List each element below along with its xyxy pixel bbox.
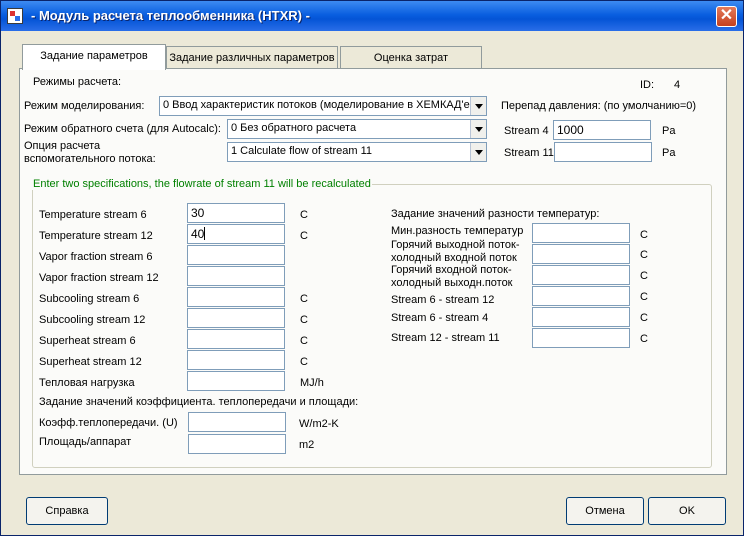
spec-unit: MJ/h [300,377,324,389]
heat-duty-input[interactable] [187,371,285,391]
aux-option-select[interactable]: 1 Calculate flow of stream 11 [227,142,487,162]
close-button[interactable]: ✕ [716,6,737,27]
tab-misc-parameters[interactable]: Задание различных параметров [166,46,338,70]
spec-unit: C [300,209,308,221]
modeling-mode-label: Режим моделирования: [24,100,145,112]
subcooling-stream6-input[interactable] [187,287,285,307]
ok-button-label: OK [679,505,695,517]
chevron-down-icon[interactable] [470,97,486,115]
temp-stream12-input[interactable]: 40 [187,224,285,244]
temp-diff-label: Мин.разность температур [391,225,524,237]
aux-option-value: 1 Calculate flow of stream 11 [231,145,373,157]
temp-diff-unit: C [640,312,648,324]
spec-label: Superheat stream 12 [39,356,142,368]
specifications-legend: Enter two specifications, the flowrate o… [32,178,372,190]
ok-button[interactable]: OK [648,497,726,525]
stream11-label: Stream 11 [504,147,554,159]
app-icon [7,8,23,24]
spec-label: Vapor fraction stream 12 [39,272,159,284]
u-unit: W/m2-K [299,418,339,430]
spec-label: Temperature stream 12 [39,230,153,242]
hot-out-cold-in-input[interactable] [532,244,630,264]
vapor-fraction-stream12-input[interactable] [187,266,285,286]
cancel-button-label: Отмена [585,505,625,517]
dialog-window: - Модуль расчета теплообменника (HTXR) -… [0,0,744,536]
tab-parameters[interactable]: Задание параметров [22,44,166,70]
temp-diff-unit: C [640,333,648,345]
aux-option-label-2: вспомогательного потока: [24,153,156,165]
title-bar[interactable]: - Модуль расчета теплообменника (HTXR) -… [1,1,743,31]
spec-label: Temperature stream 6 [39,209,147,221]
stream6-stream4-input[interactable] [532,307,630,327]
temp-diff-label: холодный входной поток [391,252,517,264]
stream4-pressure-value: 1000 [557,123,584,137]
temp-diff-unit: C [640,249,648,261]
stream11-pressure-input[interactable] [554,142,652,162]
spec-label: Тепловая нагрузка [39,377,135,389]
temp-diff-label: холодный выходн.поток [391,277,513,289]
tab-label: Задание параметров [40,50,148,62]
tab-label: Задание различных параметров [169,52,335,64]
modeling-mode-value: 0 Ввод характеристик потоков (моделирова… [163,99,470,111]
superheat-stream6-input[interactable] [187,329,285,349]
spec-label: Subcooling stream 6 [39,293,140,305]
help-button-label: Справка [45,505,89,517]
spec-unit: C [300,314,308,326]
temp-diff-label: Горячий выходной поток- [391,239,520,251]
area-label: Площадь/аппарат [39,436,132,448]
min-temp-diff-input[interactable] [532,223,630,243]
backcalc-mode-label: Режим обратного счета (для Autocalc): [24,123,221,135]
stream4-pressure-input[interactable]: 1000 [553,120,651,140]
temp-stream6-input[interactable]: 30 [187,203,285,223]
temp-stream12-value: 40 [191,227,205,241]
hot-in-cold-out-input[interactable] [532,265,630,285]
spec-unit: C [300,356,308,368]
temp-diff-label: Горячий входной поток- [391,264,512,276]
close-icon: ✕ [719,7,734,24]
stream4-label: Stream 4 [504,125,549,137]
modeling-mode-select[interactable]: 0 Ввод характеристик потоков (моделирова… [159,96,487,116]
spec-label: Subcooling stream 12 [39,314,146,326]
temp-diff-label: Stream 12 - stream 11 [391,332,500,344]
spec-label: Vapor fraction stream 6 [39,251,153,263]
u-coefficient-input[interactable] [188,412,286,432]
spec-unit: C [300,293,308,305]
pressure-drop-heading: Перепад давления: (по умолчанию=0) [501,100,697,112]
temp-diff-label: Stream 6 - stream 12 [391,294,495,306]
temp-diff-unit: C [640,270,648,282]
chevron-down-icon[interactable] [470,143,486,161]
vapor-fraction-stream6-input[interactable] [187,245,285,265]
area-unit: m2 [299,439,315,451]
subcooling-stream12-input[interactable] [187,308,285,328]
area-input[interactable] [188,434,286,454]
backcalc-mode-value: 0 Без обратного расчета [231,122,357,134]
id-label: ID: [640,79,655,91]
backcalc-mode-select[interactable]: 0 Без обратного расчета [227,119,487,139]
stream6-stream12-input[interactable] [532,286,630,306]
temp-diff-unit: C [640,291,648,303]
help-button[interactable]: Справка [26,497,108,525]
tab-label: Оценка затрат [373,52,449,64]
stream11-unit: Pa [662,147,676,159]
spec-label: Superheat stream 6 [39,335,136,347]
u-label: Коэфф.теплопередачи. (U) [39,417,178,429]
spec-unit: C [300,230,308,242]
stream4-unit: Pa [662,125,676,137]
temp-diff-unit: C [640,229,648,241]
aux-option-label-1: Опция расчета [24,140,101,152]
spec-unit: C [300,335,308,347]
window-title: - Модуль расчета теплообменника (HTXR) - [31,8,310,23]
cancel-button[interactable]: Отмена [566,497,644,525]
coeff-heading: Задание значений коэффициента. теплопере… [39,396,359,408]
text-cursor [204,227,206,240]
temp-diff-label: Stream 6 - stream 4 [391,312,489,324]
tab-cost-estimate[interactable]: Оценка затрат [340,46,482,70]
id-value: 4 [674,79,681,91]
calc-modes-heading: Режимы расчета: [33,76,122,88]
temp-diff-heading: Задание значений разности температур: [391,208,600,220]
temp-stream6-value: 30 [191,206,205,220]
chevron-down-icon[interactable] [470,120,486,138]
stream12-stream11-input[interactable] [532,328,630,348]
superheat-stream12-input[interactable] [187,350,285,370]
